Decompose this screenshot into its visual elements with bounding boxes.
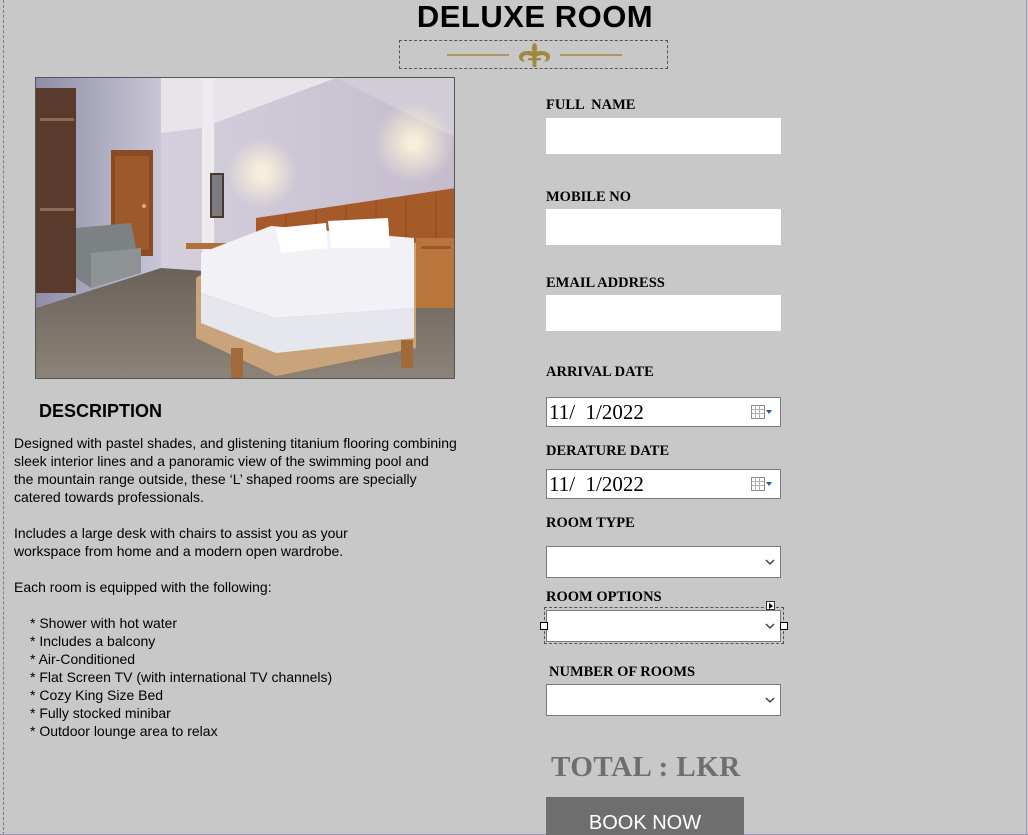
arrival-date-label: ARRIVAL DATE xyxy=(546,364,654,380)
resize-handle-right[interactable] xyxy=(780,622,788,630)
feature-list: * Shower with hot water * Includes a bal… xyxy=(14,614,494,740)
room-type-dropdown[interactable] xyxy=(546,546,781,578)
departure-date-label: DERATURE DATE xyxy=(546,443,670,459)
arrival-date-value: 11/ 1/2022 xyxy=(549,400,644,424)
email-input[interactable] xyxy=(546,295,781,331)
ornament-divider xyxy=(399,40,668,69)
room-options-label: ROOM OPTIONS xyxy=(546,589,662,605)
email-label: EMAIL ADDRESS xyxy=(546,275,665,291)
chevron-down-icon[interactable] xyxy=(765,558,775,566)
book-now-button[interactable]: BOOK NOW xyxy=(546,797,744,835)
full-name-label: FULL NAME xyxy=(546,97,636,113)
page-title: DELUXE ROOM xyxy=(416,0,654,34)
description-paragraph-1: Designed with pastel shades, and glisten… xyxy=(14,435,457,505)
description-heading: DESCRIPTION xyxy=(39,401,163,421)
room-type-label: ROOM TYPE xyxy=(546,515,635,531)
feature-item: * Cozy King Size Bed xyxy=(30,687,164,703)
feature-item: * Air-Conditioned xyxy=(30,651,136,667)
departure-date-picker[interactable]: 11/ 1/2022 xyxy=(546,469,781,499)
mobile-label: MOBILE NO xyxy=(546,189,631,205)
feature-item: * Flat Screen TV (with international TV … xyxy=(30,669,333,685)
total-label: TOTAL : LKR xyxy=(551,751,741,783)
number-of-rooms-dropdown[interactable] xyxy=(546,684,781,716)
smart-tag-icon[interactable] xyxy=(766,601,775,610)
description-paragraph-3: Each room is equipped with the following… xyxy=(14,579,272,595)
departure-date-value: 11/ 1/2022 xyxy=(549,472,644,496)
feature-item: * Outdoor lounge area to relax xyxy=(30,723,218,739)
room-options-dropdown[interactable] xyxy=(546,610,781,642)
calendar-icon[interactable] xyxy=(751,405,773,419)
feature-item: * Shower with hot water xyxy=(30,615,178,631)
fleur-de-lis-divider-icon xyxy=(447,43,622,67)
feature-item: * Includes a balcony xyxy=(30,633,156,649)
room-photo xyxy=(35,77,455,379)
deluxe-room-image xyxy=(36,78,454,378)
designer-frame-left-edge xyxy=(3,0,4,835)
chevron-down-icon[interactable] xyxy=(765,622,775,630)
designer-frame-right-edge xyxy=(1026,0,1027,835)
number-of-rooms-label: NUMBER OF ROOMS xyxy=(549,664,696,680)
mobile-input[interactable] xyxy=(546,209,781,245)
calendar-icon[interactable] xyxy=(751,477,773,491)
full-name-input[interactable] xyxy=(546,118,781,154)
resize-handle-left[interactable] xyxy=(540,622,548,630)
chevron-down-icon[interactable] xyxy=(765,696,775,704)
arrival-date-picker[interactable]: 11/ 1/2022 xyxy=(546,397,781,427)
description-paragraph-2: Includes a large desk with chairs to ass… xyxy=(14,525,348,559)
feature-item: * Fully stocked minibar xyxy=(30,705,171,721)
description-text: Designed with pastel shades, and glisten… xyxy=(14,434,494,740)
